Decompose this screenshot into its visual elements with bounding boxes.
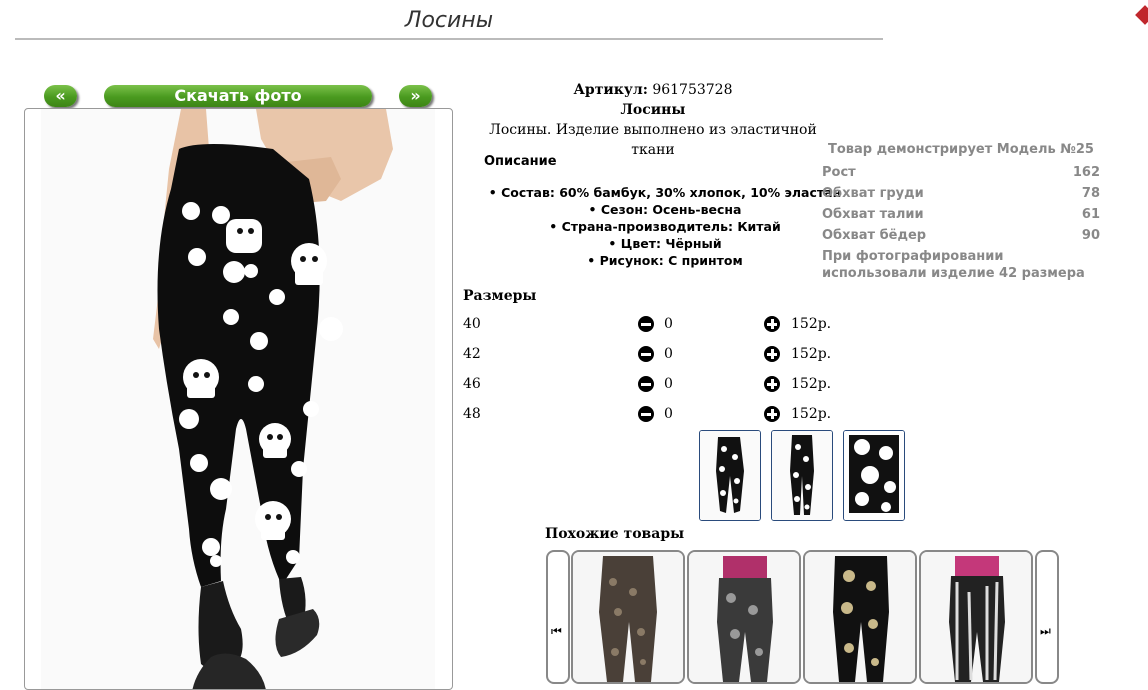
plus-circle-icon[interactable] [764, 376, 780, 392]
article-line: Артикул: 961753728 [470, 80, 836, 100]
similar-product-item[interactable] [919, 550, 1033, 684]
plus-circle-icon[interactable] [764, 406, 780, 422]
next-photo-button[interactable]: » [399, 85, 432, 107]
product-info: Артикул: 961753728 Лосины Лосины. Издели… [470, 80, 836, 158]
size-quantity: 0 [664, 406, 673, 422]
prev-photo-button[interactable]: « [44, 85, 77, 107]
model-note: При фотографировании использовали издели… [822, 249, 1085, 281]
size-row: 40 0 152р. [463, 312, 843, 336]
size-price: 152р. [791, 346, 832, 362]
model-title: Товар демонстрирует Модель №25 [828, 142, 1094, 157]
size-label: 46 [463, 376, 481, 392]
description-item: • Страна-производитель: Китай [549, 219, 781, 234]
carousel-next-button[interactable]: ⏭ [1035, 550, 1059, 684]
minus-circle-icon[interactable] [638, 376, 654, 392]
size-quantity: 0 [664, 316, 673, 332]
minus-circle-icon[interactable] [638, 406, 654, 422]
product-name: Лосины [620, 102, 686, 118]
article-label: Артикул: [573, 82, 648, 98]
page-title: Лосины [404, 8, 494, 33]
size-label: 42 [463, 346, 481, 362]
model-row: Рост 162 [822, 165, 1100, 180]
similar-product-item[interactable] [687, 550, 801, 684]
description-title: Описание [484, 154, 557, 169]
similar-products-title: Похожие товары [545, 526, 685, 542]
description-item: • Цвет: Чёрный [608, 236, 722, 251]
photo-thumbnail[interactable] [771, 430, 833, 521]
carousel-prev-button[interactable]: ⏮ [546, 550, 570, 684]
download-photo-button[interactable]: Скачать фото [104, 85, 372, 107]
size-label: 48 [463, 406, 481, 422]
main-product-photo[interactable] [41, 109, 435, 689]
description-item: • Рисунок: С принтом [587, 253, 743, 268]
article-value: 961753728 [652, 82, 733, 98]
similar-product-item[interactable] [571, 550, 685, 684]
model-measurements: Товар демонстрирует Модель №25 Рост 162 О… [822, 141, 1100, 282]
minus-circle-icon[interactable] [638, 346, 654, 362]
plus-circle-icon[interactable] [764, 316, 780, 332]
size-row: 48 0 152р. [463, 402, 843, 426]
similar-product-item[interactable] [803, 550, 917, 684]
model-row: Обхват бёдер 90 [822, 228, 1100, 243]
size-price: 152р. [791, 376, 832, 392]
skip-previous-icon: ⏮ [551, 624, 562, 638]
corner-marker [1135, 5, 1148, 25]
size-row: 42 0 152р. [463, 342, 843, 366]
photo-thumbnail[interactable] [699, 430, 761, 521]
size-price: 152р. [791, 316, 832, 332]
model-row: Обхват груди 78 [822, 186, 1100, 201]
model-row: Обхват талии 61 [822, 207, 1100, 222]
size-quantity: 0 [664, 346, 673, 362]
size-quantity: 0 [664, 376, 673, 392]
size-price: 152р. [791, 406, 832, 422]
plus-circle-icon[interactable] [764, 346, 780, 362]
photo-thumbnail[interactable] [843, 430, 905, 521]
description-item: • Сезон: Осень-весна [588, 202, 742, 217]
description-item: • Состав: 60% бамбук, 30% хлопок, 10% эл… [488, 185, 842, 200]
size-label: 40 [463, 316, 481, 332]
size-row: 46 0 152р. [463, 372, 843, 396]
product-summary: Лосины. Изделие выполнено из эластичной … [489, 122, 817, 158]
title-divider [15, 38, 883, 40]
main-photo-frame [24, 108, 453, 690]
description-list: • Состав: 60% бамбук, 30% хлопок, 10% эл… [478, 184, 852, 269]
minus-circle-icon[interactable] [638, 316, 654, 332]
skip-next-icon: ⏭ [1040, 624, 1051, 638]
sizes-title: Размеры [463, 288, 537, 304]
